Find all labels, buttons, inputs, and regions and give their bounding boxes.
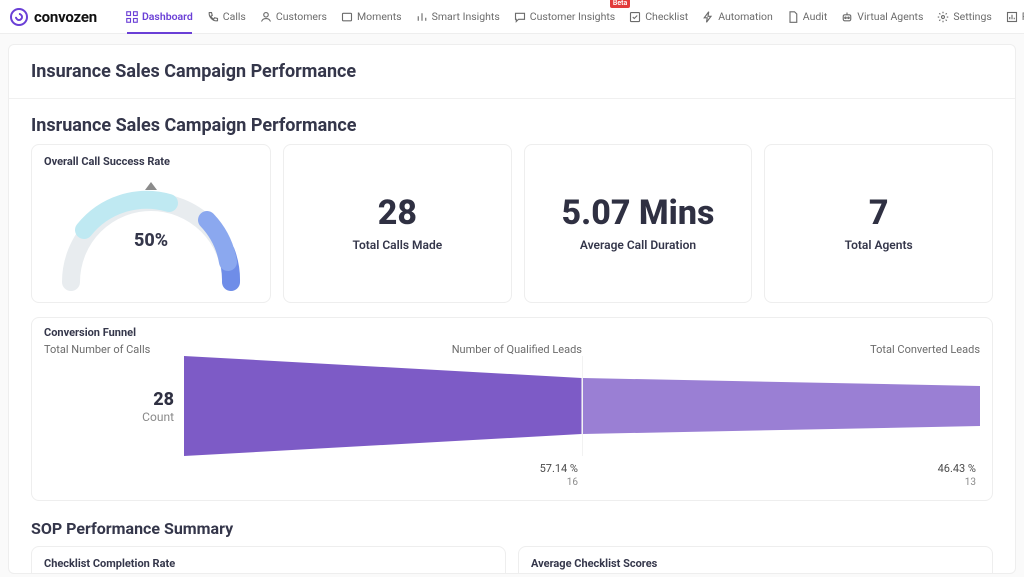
metric-label: Total Agents	[845, 238, 913, 252]
funnel-title: Conversion Funnel	[44, 326, 980, 339]
topbar: convozen Dashboard Calls Customers Momen…	[0, 0, 1024, 34]
stage-pct: 57.14 %	[184, 462, 582, 475]
metric-value: 7	[869, 195, 889, 232]
metric-avg-duration: 5.07 Mins Average Call Duration	[524, 144, 753, 303]
brand-text: convozen	[34, 8, 97, 26]
nav-checklist[interactable]: Checklist	[622, 0, 695, 34]
nav-label: Customers	[276, 10, 327, 23]
brand-logo[interactable]: convozen	[10, 8, 97, 26]
stage-pct: 46.43 %	[582, 462, 980, 475]
nav-customers[interactable]: Customers	[253, 0, 334, 34]
funnel-header: Number of Qualified Leads	[184, 343, 582, 356]
nav-label: Settings	[953, 10, 991, 23]
phone-icon	[207, 11, 219, 23]
nav-label: Smart Insights	[432, 10, 500, 23]
nav-label: Dashboard	[142, 10, 193, 23]
sop-row: Checklist Completion Rate Average Checkl…	[9, 546, 1015, 574]
gauge-value: 50%	[51, 230, 251, 251]
nav-moments[interactable]: Moments	[334, 0, 409, 34]
nav-label: Automation	[718, 10, 773, 23]
funnel-card: Conversion Funnel Total Number of Calls …	[31, 317, 993, 501]
bot-icon	[841, 11, 853, 23]
metric-total-agents: 7 Total Agents	[764, 144, 993, 303]
funnel-start: 28 Count	[44, 356, 184, 456]
stage-count: 16	[184, 477, 582, 488]
nav-label: Checklist	[645, 10, 688, 23]
funnel-headers: Total Number of Calls Number of Qualifie…	[44, 343, 980, 356]
section-title: Insruance Sales Campaign Performance	[9, 99, 1015, 144]
nav-settings[interactable]: Settings	[930, 0, 998, 34]
metrics-row: Overall Call Success Rate 50% 28 Total C	[9, 144, 1015, 303]
nav-reports[interactable]: Reports	[999, 0, 1024, 34]
sop-title: SOP Performance Summary	[9, 501, 1015, 546]
metric-value: 28	[378, 195, 417, 232]
gauge: 50%	[51, 172, 251, 292]
nav-smart-insights[interactable]: Smart Insights	[409, 0, 507, 34]
pointer-icon	[145, 182, 157, 190]
grid-icon	[126, 11, 138, 23]
sop-card-label: Average Checklist Scores	[531, 557, 657, 570]
check-icon	[629, 11, 641, 23]
bolt-icon	[702, 11, 714, 23]
sop-card-label: Checklist Completion Rate	[44, 557, 175, 570]
funnel-header: Total Converted Leads	[582, 343, 980, 356]
chat-icon	[514, 11, 526, 23]
funnel-stage-1	[184, 356, 583, 456]
nav-customer-insights[interactable]: Customer Insights Beta	[507, 0, 622, 34]
nav-automation[interactable]: Automation	[695, 0, 780, 34]
nav-dashboard[interactable]: Dashboard	[119, 0, 200, 34]
nav-calls[interactable]: Calls	[200, 0, 253, 34]
page-title: Insurance Sales Campaign Performance	[31, 61, 993, 82]
logo-icon	[10, 8, 28, 26]
metric-total-calls: 28 Total Calls Made	[283, 144, 512, 303]
gauge-card: Overall Call Success Rate 50%	[31, 144, 271, 303]
clip-icon	[341, 11, 353, 23]
nav-label: Audit	[803, 10, 828, 23]
metric-label: Total Calls Made	[352, 238, 442, 252]
gauge-title: Overall Call Success Rate	[44, 155, 258, 168]
stage-count: 13	[582, 477, 980, 488]
funnel-header: Total Number of Calls	[44, 343, 184, 356]
users-icon	[260, 11, 272, 23]
sop-card-completion: Checklist Completion Rate	[31, 546, 506, 574]
gear-icon	[937, 11, 949, 23]
nav-virtual-agents[interactable]: Virtual Agents	[834, 0, 930, 34]
funnel-start-count: 28	[153, 389, 174, 410]
nav-audit[interactable]: Audit	[780, 0, 835, 34]
nav-label: Customer Insights	[530, 10, 615, 23]
funnel-stage-2	[583, 356, 981, 456]
metric-label: Average Call Duration	[580, 238, 696, 252]
nav-label: Virtual Agents	[857, 10, 923, 23]
funnel-percents: 57.14 % 16 46.43 % 13	[44, 462, 980, 488]
metric-value: 5.07 Mins	[562, 195, 715, 232]
main-nav: Dashboard Calls Customers Moments Smart …	[119, 0, 1024, 34]
nav-label: Calls	[223, 10, 246, 23]
funnel-body: 28 Count	[44, 356, 980, 456]
report-icon	[1006, 11, 1018, 23]
bars-icon	[416, 11, 428, 23]
nav-label: Moments	[357, 10, 402, 23]
doc-icon	[787, 11, 799, 23]
sop-card-scores: Average Checklist Scores	[518, 546, 993, 574]
page-title-bar: Insurance Sales Campaign Performance	[9, 45, 1015, 99]
funnel-start-label: Count	[142, 410, 174, 424]
page-container: Insurance Sales Campaign Performance Ins…	[8, 44, 1016, 574]
